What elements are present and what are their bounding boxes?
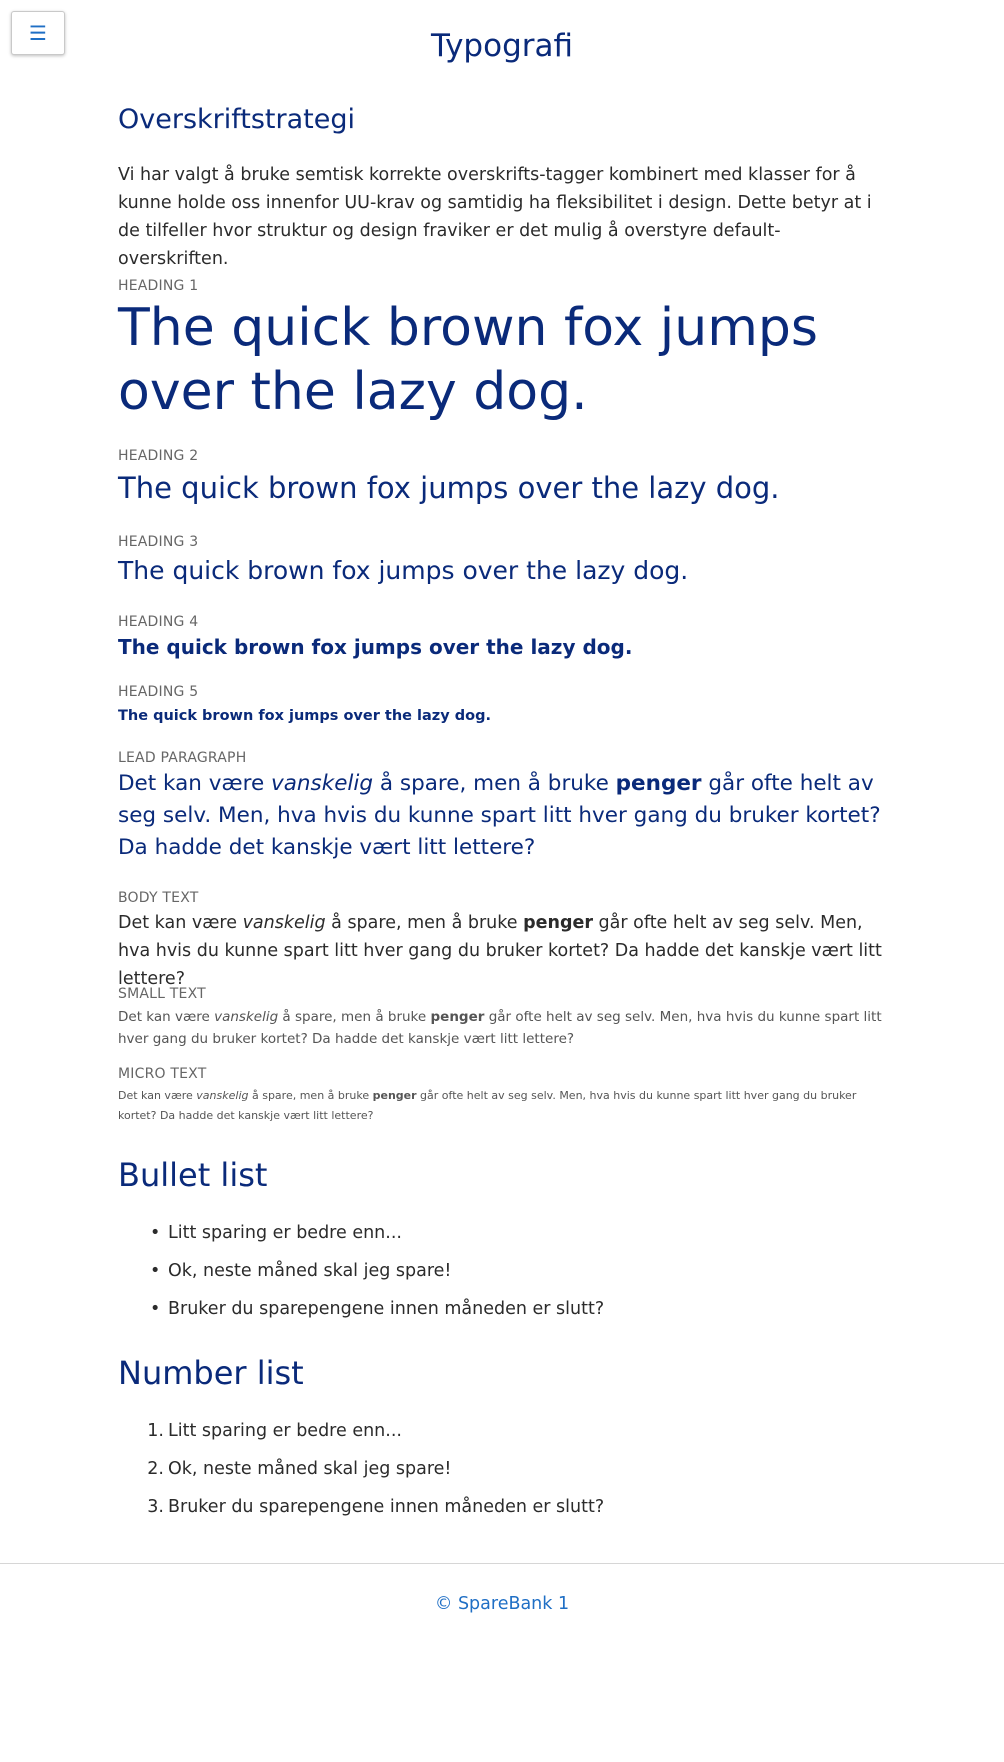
- heading-3-sample: The quick brown fox jumps over the lazy …: [118, 556, 689, 585]
- micro-text: Det kan være vanskelig å spare, men å br…: [118, 1089, 857, 1122]
- heading-5-sample: The quick brown fox jumps over the lazy …: [118, 708, 491, 724]
- bullet-marker: •: [150, 1223, 161, 1243]
- footer-divider: [0, 1563, 1004, 1564]
- bullet-list-item: • Bruker du sparepengene innen måneden er…: [150, 1299, 605, 1319]
- number-list-item: 1. Litt sparing er bedre enn...: [147, 1419, 402, 1443]
- lead-paragraph: Det kan være vanskelig å spare, men å br…: [118, 771, 881, 860]
- number-marker: 2.: [147, 1459, 164, 1479]
- bullet-list-title: Bullet list: [118, 1156, 268, 1194]
- footer-copyright-link[interactable]: © SpareBank 1: [0, 1594, 1004, 1614]
- bullet-list-item: • Litt sparing er bedre enn...: [150, 1223, 402, 1243]
- body-text-label: BODY TEXT: [118, 890, 199, 906]
- body-text: Det kan være vanskelig å spare, men å br…: [118, 913, 882, 989]
- heading-3-label: HEADING 3: [118, 534, 199, 550]
- number-list-item: 2. Ok, neste måned skal jeg spare!: [147, 1457, 451, 1481]
- heading-4-sample: The quick brown fox jumps over the lazy …: [118, 635, 633, 659]
- bullet-list-item: • Ok, neste måned skal jeg spare!: [150, 1261, 452, 1281]
- heading-1-label: HEADING 1: [118, 278, 199, 294]
- section-title-strategy: Overskriftstrategi: [118, 104, 356, 135]
- strategy-paragraph: Vi har valgt å bruke semtisk korrekte ov…: [118, 165, 872, 269]
- small-text-label: SMALL TEXT: [118, 986, 206, 1002]
- heading-5-label: HEADING 5: [118, 684, 199, 700]
- number-list-item: 3. Bruker du sparepengene innen måneden e…: [147, 1495, 604, 1519]
- heading-1-sample: The quick brown fox jumps over the lazy …: [118, 298, 818, 422]
- page-title: Typografi: [430, 28, 574, 64]
- small-text: Det kan være vanskelig å spare, men å br…: [118, 1009, 882, 1047]
- bullet-marker: •: [150, 1261, 161, 1281]
- heading-2-label: HEADING 2: [118, 448, 199, 464]
- micro-text-label: MICRO TEXT: [118, 1066, 207, 1082]
- bullet-marker: •: [150, 1299, 161, 1319]
- heading-4-label: HEADING 4: [118, 614, 199, 630]
- lead-paragraph-label: LEAD PARAGRAPH: [118, 750, 247, 766]
- number-marker: 3.: [147, 1497, 164, 1517]
- heading-2-sample: The quick brown fox jumps over the lazy …: [118, 471, 780, 505]
- number-list-title: Number list: [118, 1354, 304, 1392]
- number-marker: 1.: [147, 1421, 164, 1441]
